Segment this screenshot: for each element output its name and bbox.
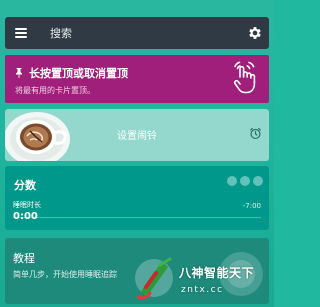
tutorial-card-description: 简单几步，开始使用睡眠追踪: [13, 270, 117, 279]
sleep-duration-label: 睡眠时长: [13, 201, 41, 209]
coffee-cup-illustration: [5, 112, 70, 161]
pin-hint-card[interactable]: 长按置顶或取消置顶 将最有用的卡片置顶。: [5, 55, 269, 103]
watermark: 八神智能天下 zntx.cc: [122, 255, 272, 305]
hand-tap-icon: [233, 61, 256, 94]
watermark-logo-icon: [135, 257, 173, 300]
pin-card-title: 长按置顶或取消置顶: [29, 67, 128, 80]
set-alarm-label: 设置闹铃: [117, 131, 157, 142]
search-bar: [5, 17, 269, 49]
watermark-brand: 八神智能天下: [179, 266, 255, 280]
search-input[interactable]: [48, 25, 247, 41]
score-card-title: 分数: [14, 179, 36, 192]
sleep-progress-bar: [13, 217, 261, 218]
pin-card-description: 将最有用的卡片置顶。: [15, 86, 95, 95]
gear-icon[interactable]: [247, 25, 263, 41]
tutorial-card-title: 教程: [13, 252, 35, 265]
menu-icon[interactable]: [15, 28, 27, 38]
watermark-domain: zntx.cc: [181, 285, 224, 295]
alarm-clock-icon[interactable]: [249, 127, 262, 140]
alarm-card[interactable]: 设置闹铃: [5, 109, 269, 161]
dots-icon[interactable]: [227, 176, 263, 186]
pin-icon: [16, 68, 22, 78]
sleep-duration-value: 0:00: [13, 211, 38, 222]
score-card[interactable]: 分数 睡眠时长 -7:00 0:00: [5, 166, 269, 230]
sleep-target-delta: -7:00: [242, 202, 261, 210]
pin-title-row: 长按置顶或取消置顶: [15, 65, 128, 81]
